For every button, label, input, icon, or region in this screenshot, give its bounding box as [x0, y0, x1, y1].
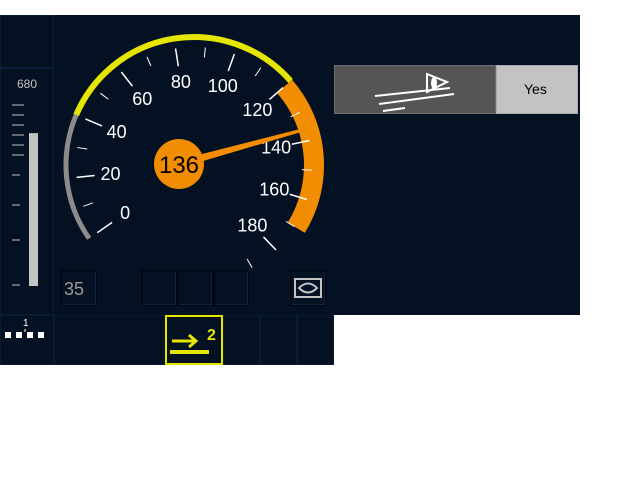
speed-tick	[146, 56, 152, 67]
speed-tick-label: 60	[132, 89, 152, 109]
planning-panel	[334, 15, 580, 315]
ack-yes-label: Yes	[524, 81, 547, 97]
status-cell-2	[177, 270, 213, 306]
speed-tick	[203, 47, 206, 58]
speed-tick	[77, 147, 88, 150]
mode-value: 2	[207, 327, 216, 344]
level-icon	[5, 329, 44, 338]
speed-tick-label: 40	[107, 122, 127, 142]
status-cell-3	[213, 270, 249, 306]
speed-tick	[85, 118, 103, 127]
arrow-right-icon	[170, 333, 209, 354]
speed-tick	[174, 48, 180, 67]
speed-tick	[254, 67, 262, 77]
speed-tick	[262, 236, 277, 251]
eye-icon-cell[interactable]	[290, 270, 326, 306]
speed-tick-label: 20	[100, 164, 120, 184]
bottom-cell-4	[223, 315, 260, 365]
speed-tick-label: 100	[208, 76, 238, 96]
bottom-cell-6	[297, 315, 334, 365]
speed-tick-label: 180	[237, 215, 267, 235]
ack-yes-button[interactable]: Yes	[496, 65, 578, 114]
speed-tick	[76, 174, 95, 179]
dmi-screen: 680 0 20 40 60 80 100 120 140 160 180 136 35	[0, 0, 640, 480]
bottom-cell-5	[260, 315, 297, 365]
mode-indicator[interactable]: 2	[165, 315, 223, 365]
distance-bar	[29, 133, 38, 286]
speed-tick	[83, 202, 94, 207]
bottom-cell-2	[54, 315, 164, 365]
speed-tick-label: 120	[242, 100, 272, 120]
eye-icon	[294, 278, 322, 298]
speed-tick	[100, 92, 109, 100]
speed-tick-label: 0	[120, 203, 130, 223]
status-cell-1	[141, 270, 177, 306]
top-left-empty-cell	[0, 15, 54, 68]
track-ahead-icon	[374, 72, 455, 112]
speed-tick	[120, 71, 134, 87]
target-speed: 35	[64, 279, 85, 299]
speed-tick	[96, 221, 113, 234]
ack-icon-panel[interactable]	[334, 65, 496, 114]
speed-tick	[227, 53, 236, 72]
distance-scale-top-label: 680	[16, 77, 38, 91]
current-speed: 136	[159, 152, 199, 179]
distance-ticks	[12, 104, 24, 286]
speed-tick-label: 80	[171, 72, 191, 92]
distance-scale	[12, 104, 38, 286]
level-cell[interactable]: 1	[0, 315, 54, 365]
speed-tick-label: 160	[259, 180, 289, 200]
speed-tick	[246, 258, 253, 268]
